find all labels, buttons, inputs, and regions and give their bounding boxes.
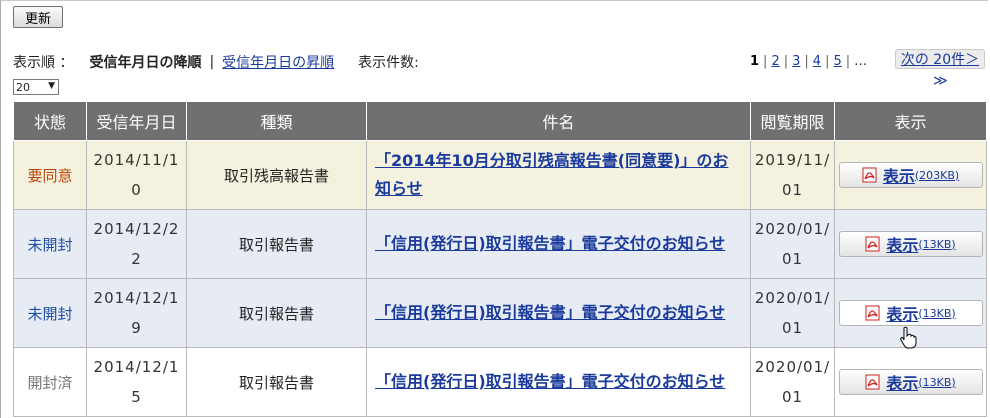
pdf-icon bbox=[865, 236, 880, 252]
sort-desc-current: 受信年月日の降順 bbox=[89, 55, 202, 71]
show-label: 表示 bbox=[882, 167, 915, 186]
header-status: 状態 bbox=[13, 101, 87, 141]
file-size: (13KB) bbox=[918, 306, 956, 320]
page-divider: | bbox=[783, 54, 789, 69]
subject-cell: 「信用(発行日)取引報告書」電子交付のお知らせ bbox=[366, 347, 751, 417]
doc-type: 取引残高報告書 bbox=[186, 140, 367, 210]
refresh-button[interactable]: 更新 bbox=[13, 6, 63, 28]
doc-type: 取引報告書 bbox=[186, 278, 367, 348]
received-date: 2014/12/22 bbox=[86, 209, 187, 279]
received-date: 2014/11/10 bbox=[86, 140, 187, 210]
status-badge: 開封済 bbox=[13, 347, 87, 417]
show-pdf-button[interactable]: 表示 (13KB) bbox=[838, 300, 983, 326]
hand-pointer-icon bbox=[900, 326, 917, 349]
header-received-date: 受信年月日 bbox=[86, 101, 187, 141]
status-badge: 要同意 bbox=[13, 140, 87, 210]
subject-cell: 「信用(発行日)取引報告書」電子交付のお知らせ bbox=[366, 209, 751, 279]
table-row: 未開封 2014/12/22 取引報告書 「信用(発行日)取引報告書」電子交付の… bbox=[13, 209, 987, 279]
file-size: (13KB) bbox=[918, 237, 956, 251]
header-type: 種類 bbox=[186, 101, 367, 141]
subject-cell: 「2014年10月分取引残高報告書(同意要)」のお知らせ bbox=[366, 140, 751, 210]
show-label: 表示 bbox=[886, 374, 919, 393]
pdf-icon bbox=[862, 167, 877, 183]
page-1: 1 bbox=[750, 54, 760, 69]
received-date: 2014/12/15 bbox=[86, 347, 187, 417]
table-row: 要同意 2014/11/10 取引残高報告書 「2014年10月分取引残高報告書… bbox=[13, 140, 987, 210]
page-3-link[interactable]: 3 bbox=[792, 54, 800, 69]
page-divider: | bbox=[825, 54, 830, 69]
subject-link[interactable]: 「信用(発行日)取引報告書」電子交付のお知らせ bbox=[375, 368, 742, 396]
page-divider: | bbox=[804, 54, 809, 69]
sort-label: 表示順 ： bbox=[13, 55, 74, 71]
expiry-date: 2020/01/01 bbox=[750, 278, 835, 348]
sort-asc-link[interactable]: 受信年月日の昇順 bbox=[222, 52, 334, 72]
received-date: 2014/12/19 bbox=[86, 278, 187, 348]
status-badge: 未開封 bbox=[13, 209, 87, 279]
table-header-row: 状態 受信年月日 種類 件名 閲覧期限 表示 bbox=[13, 101, 987, 141]
display-cell: 表示 (13KB) bbox=[834, 209, 987, 279]
expiry-date: 2020/01/01 bbox=[750, 209, 835, 279]
table-row: 未開封 2014/12/19 取引報告書 「信用(発行日)取引報告書」電子交付の… bbox=[13, 278, 987, 348]
expiry-date: 2019/11/01 bbox=[750, 140, 835, 210]
subject-link[interactable]: 「信用(発行日)取引報告書」電子交付のお知らせ bbox=[375, 230, 742, 258]
subject-link[interactable]: 「信用(発行日)取引報告書」電子交付のお知らせ bbox=[375, 299, 742, 327]
page-4-link[interactable]: 4 bbox=[813, 54, 821, 69]
display-cell: 表示 (203KB) bbox=[834, 140, 987, 210]
pdf-icon bbox=[865, 305, 880, 321]
page-5-link[interactable]: 5 bbox=[833, 54, 841, 69]
show-pdf-button[interactable]: 表示 (13KB) bbox=[838, 231, 983, 257]
show-pdf-button[interactable]: 表示 (13KB) bbox=[838, 369, 983, 395]
pager-ellipsis: … bbox=[854, 54, 868, 69]
expiry-date: 2020/01/01 bbox=[750, 347, 835, 417]
display-cell: 表示 (13KB) bbox=[834, 347, 987, 417]
pdf-icon bbox=[865, 374, 880, 390]
page-divider: | bbox=[845, 54, 851, 69]
file-size: (203KB) bbox=[914, 168, 960, 182]
subject-link[interactable]: 「2014年10月分取引残高報告書(同意要)」のお知らせ bbox=[375, 147, 742, 203]
status-badge: 未開封 bbox=[13, 278, 87, 348]
header-expiry: 閲覧期限 bbox=[750, 101, 835, 141]
pager: 1 | 2 | 3 | 4 | 5 | … bbox=[750, 54, 867, 69]
doc-type: 取引報告書 bbox=[186, 347, 367, 417]
display-count-value: 20 bbox=[16, 80, 30, 94]
next-page-arrow[interactable]: ≫ bbox=[933, 73, 948, 89]
page-2-link[interactable]: 2 bbox=[771, 54, 779, 69]
sort-separator: | bbox=[209, 54, 215, 70]
doc-type: 取引報告書 bbox=[186, 209, 367, 279]
chevron-down-icon: ▼ bbox=[48, 81, 55, 91]
documents-table: 状態 受信年月日 種類 件名 閲覧期限 表示 要同意 2014/11/10 取引… bbox=[13, 101, 987, 417]
table-row: 開封済 2014/12/15 取引報告書 「信用(発行日)取引報告書」電子交付の… bbox=[13, 347, 987, 417]
next-page-button[interactable]: 次の 20件＞ bbox=[895, 49, 985, 69]
file-size: (13KB) bbox=[918, 375, 956, 389]
page-divider: | bbox=[763, 54, 768, 69]
show-label: 表示 bbox=[886, 305, 919, 324]
header-display: 表示 bbox=[834, 101, 987, 141]
subject-cell: 「信用(発行日)取引報告書」電子交付のお知らせ bbox=[366, 278, 751, 348]
show-label: 表示 bbox=[886, 236, 919, 255]
sort-bar: 表示順 ： 受信年月日の降順 | 受信年月日の昇順 表示件数: bbox=[13, 52, 419, 72]
show-pdf-button[interactable]: 表示 (203KB) bbox=[838, 162, 983, 188]
display-count-select[interactable]: 20 ▼ bbox=[13, 79, 59, 95]
header-subject: 件名 bbox=[366, 101, 751, 141]
display-count-label: 表示件数: bbox=[358, 55, 419, 71]
